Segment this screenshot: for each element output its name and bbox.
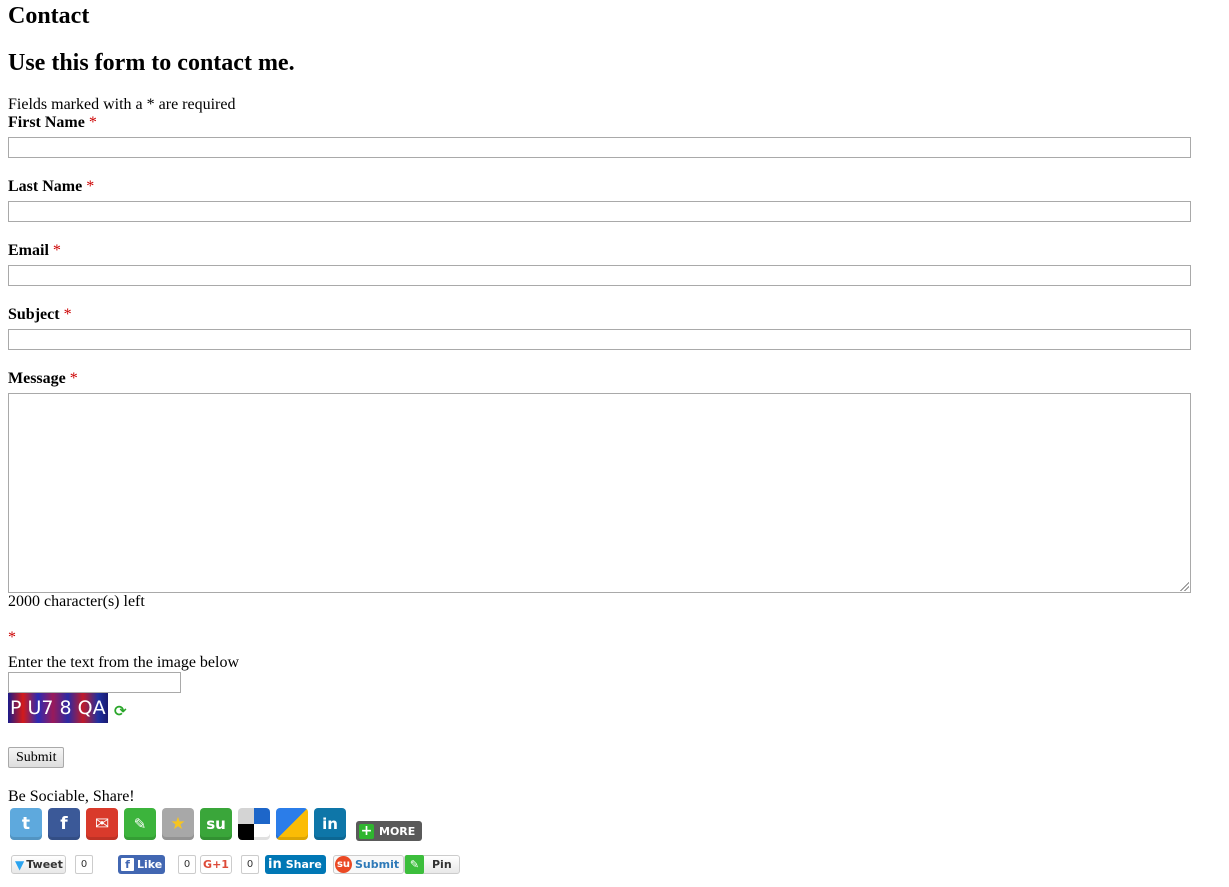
like-count: 0: [178, 855, 196, 874]
twitter-bird-icon: ▼: [15, 857, 25, 872]
google-plus-button[interactable]: G+1: [200, 855, 232, 874]
page-subtitle: Use this form to contact me.: [8, 50, 295, 76]
last-name-input[interactable]: [8, 201, 1191, 222]
required-mark: *: [88, 114, 97, 131]
required-mark: *: [52, 242, 61, 259]
refresh-icon[interactable]: ⟳: [114, 703, 130, 719]
twitter-icon[interactable]: t: [10, 808, 42, 840]
email-icon[interactable]: ✉: [86, 808, 118, 840]
message-textarea[interactable]: [8, 393, 1191, 593]
stumbleupon-submit-button[interactable]: su Submit: [333, 855, 404, 874]
gplus-count: 0: [241, 855, 259, 874]
facebook-icon: f: [121, 858, 134, 871]
page-title: Contact: [8, 3, 90, 29]
share-icons: t f ✉ ✎ ★ su in + MORE: [10, 808, 422, 842]
pin-icon[interactable]: ✎: [124, 808, 156, 840]
more-button[interactable]: + MORE: [356, 821, 422, 841]
submit-button[interactable]: Submit: [8, 747, 65, 768]
last-name-label: Last Name *: [8, 178, 95, 195]
required-mark: *: [86, 178, 95, 195]
resize-grip-icon[interactable]: [1179, 581, 1189, 591]
captcha-label: Enter the text from the image below: [8, 654, 240, 671]
captcha-image: P U7 8 QA: [8, 693, 108, 723]
message-label: Message *: [8, 370, 78, 387]
linkedin-icon[interactable]: in: [314, 808, 346, 840]
subject-label: Subject *: [8, 306, 72, 323]
email-input[interactable]: [8, 265, 1191, 286]
google-bookmarks-icon[interactable]: [276, 808, 308, 840]
stumbleupon-icon: su: [335, 856, 352, 873]
tweet-count: 0: [75, 855, 93, 874]
plus-icon: +: [359, 822, 374, 839]
pin-icon: ✎: [405, 855, 424, 874]
required-note: Fields marked with a * are required: [8, 96, 236, 113]
required-mark: *: [63, 306, 72, 323]
share-heading: Be Sociable, Share!: [8, 788, 135, 805]
facebook-icon[interactable]: f: [48, 808, 80, 840]
first-name-label: First Name *: [8, 114, 97, 131]
pinterest-pin-button[interactable]: ✎ Pin: [404, 855, 460, 874]
captcha-required-mark: *: [8, 629, 16, 646]
linkedin-share-button[interactable]: in Share: [265, 855, 326, 874]
linkedin-icon: in: [268, 857, 282, 872]
characters-left: 2000 character(s) left: [8, 593, 145, 610]
stumbleupon-icon[interactable]: su: [200, 808, 232, 840]
facebook-like-button[interactable]: f Like: [118, 855, 165, 874]
delicious-icon[interactable]: [238, 808, 270, 840]
captcha-input[interactable]: [8, 672, 181, 693]
first-name-input[interactable]: [8, 137, 1191, 158]
subject-input[interactable]: [8, 329, 1191, 350]
favorite-star-icon[interactable]: ★: [162, 808, 194, 840]
required-mark: *: [69, 370, 78, 387]
email-label: Email *: [8, 242, 61, 259]
tweet-button[interactable]: ▼ Tweet: [11, 855, 66, 874]
